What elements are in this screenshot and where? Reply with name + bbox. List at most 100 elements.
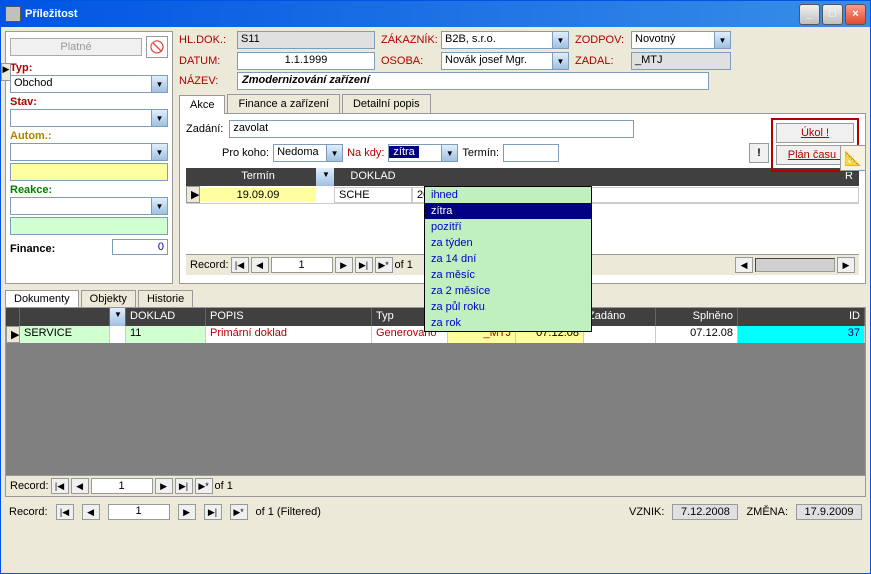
dropdown-item[interactable]: za půl roku: [425, 299, 591, 315]
zodpov-combo[interactable]: Novotný▼: [631, 31, 731, 49]
cell-typ[interactable]: SCHE: [334, 187, 412, 203]
scroll-left-icon[interactable]: ◀: [735, 257, 753, 273]
close-button[interactable]: ×: [845, 4, 866, 25]
row-selector-icon[interactable]: ▶: [6, 326, 20, 343]
filter-off-icon[interactable]: 🚫: [146, 36, 168, 58]
nav-last-icon[interactable]: ▶|: [204, 504, 222, 520]
nakdy-combo[interactable]: zítra▼: [388, 144, 458, 162]
scroll-right-icon[interactable]: ▶: [837, 257, 855, 273]
hldok-field: S11: [237, 31, 375, 49]
autom-combo[interactable]: ▼: [10, 143, 168, 161]
tab-dokumenty[interactable]: Dokumenty: [5, 290, 79, 308]
record-number[interactable]: 1: [271, 257, 333, 273]
tab-akce[interactable]: Akce: [179, 95, 225, 114]
cell-id[interactable]: 37: [738, 326, 865, 343]
bang-button[interactable]: !: [749, 143, 769, 163]
chevron-down-icon: ▼: [151, 76, 167, 92]
chevron-down-icon: ▼: [151, 198, 167, 214]
tab-historie[interactable]: Historie: [138, 290, 193, 308]
dropdown-item[interactable]: zítra: [425, 203, 591, 219]
scrollbar[interactable]: [755, 258, 835, 272]
cell-splneno[interactable]: 07.12.08: [656, 326, 738, 343]
nakdy-dropdown[interactable]: ihned zítra pozítří za týden za 14 dní z…: [424, 186, 592, 332]
nav-next-icon[interactable]: ▶: [335, 257, 353, 273]
cell-zadano[interactable]: [584, 326, 656, 343]
minimize-button[interactable]: _: [799, 4, 820, 25]
col-doklad[interactable]: DOKLAD: [334, 168, 412, 186]
chevron-down-icon: ▼: [714, 32, 730, 48]
col-doklad[interactable]: DOKLAD: [126, 308, 206, 326]
prokoho-label: Pro koho:: [222, 147, 269, 159]
dropdown-item[interactable]: za týden: [425, 235, 591, 251]
nav-prev-icon[interactable]: ◀: [71, 478, 89, 494]
osoba-combo[interactable]: Novák josef Mgr.▼: [441, 52, 569, 70]
cell-service[interactable]: SERVICE: [20, 326, 110, 343]
record-label: Record:: [10, 480, 49, 492]
nav-last-icon[interactable]: ▶|: [355, 257, 373, 273]
tab-detail[interactable]: Detailní popis: [342, 94, 431, 113]
reakce-extra-field[interactable]: [10, 217, 168, 235]
dropdown-item[interactable]: pozítří: [425, 219, 591, 235]
cell-popis[interactable]: Primární doklad: [206, 326, 372, 343]
nav-first-icon[interactable]: |◀: [231, 257, 249, 273]
nav-first-icon[interactable]: |◀: [51, 478, 69, 494]
zakaznik-combo[interactable]: B2B, s.r.o.▼: [441, 31, 569, 49]
zmena-value: 17.9.2009: [796, 504, 862, 520]
dropdown-item[interactable]: ihned: [425, 187, 591, 203]
nav-prev-icon[interactable]: ◀: [251, 257, 269, 273]
row-selector-icon[interactable]: ▶: [186, 186, 200, 203]
nav-new-icon[interactable]: ▶*: [375, 257, 393, 273]
col-id[interactable]: ID: [738, 308, 865, 326]
stav-combo[interactable]: ▼: [10, 109, 168, 127]
finance-label: Finance:: [10, 243, 55, 255]
col-zadano[interactable]: Zadáno: [584, 308, 656, 326]
stav-label: Stav:: [10, 96, 168, 108]
dropdown-item[interactable]: za 14 dní: [425, 251, 591, 267]
titlebar[interactable]: Příležitost _ □ ×: [1, 1, 870, 27]
record-number[interactable]: 1: [91, 478, 153, 494]
col-popis[interactable]: POPIS: [206, 308, 372, 326]
platne-button[interactable]: Platné: [10, 38, 142, 56]
cell-doklad[interactable]: 11: [126, 326, 206, 343]
autom-extra-field[interactable]: [10, 163, 168, 181]
record-of: of 1: [215, 480, 233, 492]
typ-label: Typ:: [10, 62, 168, 74]
dropdown-item[interactable]: za měsíc: [425, 267, 591, 283]
chevron-down-icon[interactable]: ▼: [110, 308, 126, 326]
record-number[interactable]: 1: [108, 504, 170, 520]
termin-label: Termín:: [462, 147, 499, 159]
cell-termin[interactable]: 19.09.09: [200, 188, 316, 202]
ukol-button[interactable]: Úkol !: [776, 123, 854, 143]
nazev-field[interactable]: Zmodernizování zařízení: [237, 72, 709, 90]
dropdown-item[interactable]: za rok: [425, 315, 591, 331]
nav-next-icon[interactable]: ▶: [178, 504, 196, 520]
doc-grid: ▼ DOKLAD POPIS Typ Kdo DATUM Zadáno Spln…: [5, 307, 866, 497]
nav-last-icon[interactable]: ▶|: [175, 478, 193, 494]
reakce-combo[interactable]: ▼: [10, 197, 168, 215]
nav-next-icon[interactable]: ▶: [155, 478, 173, 494]
nav-first-icon[interactable]: |◀: [56, 504, 74, 520]
maximize-button[interactable]: □: [822, 4, 843, 25]
tab-finance[interactable]: Finance a zařízení: [227, 94, 340, 113]
window-title: Příležitost: [25, 8, 797, 20]
col-splneno[interactable]: Splněno: [656, 308, 738, 326]
chevron-down-icon[interactable]: ▼: [316, 168, 334, 186]
record-label: Record:: [190, 259, 229, 271]
ruler-icon[interactable]: 📐: [840, 145, 866, 171]
doc-grid-empty: [6, 343, 865, 475]
typ-combo[interactable]: Obchod▼: [10, 75, 168, 93]
nav-new-icon[interactable]: ▶*: [195, 478, 213, 494]
zadani-field[interactable]: zavolat: [229, 120, 634, 138]
datum-field[interactable]: 1.1.1999: [237, 52, 375, 70]
termin-field[interactable]: [503, 144, 559, 162]
nav-prev-icon[interactable]: ◀: [82, 504, 100, 520]
vznik-value: 7.12.2008: [672, 504, 738, 520]
tab-objekty[interactable]: Objekty: [81, 290, 136, 308]
prokoho-combo[interactable]: Nedoma▼: [273, 144, 343, 162]
dropdown-item[interactable]: za 2 měsíce: [425, 283, 591, 299]
nav-new-icon[interactable]: ▶*: [230, 504, 248, 520]
chevron-down-icon: ▼: [326, 145, 342, 161]
finance-value[interactable]: 0: [112, 239, 168, 255]
reakce-label: Reakce:: [10, 184, 168, 196]
col-termin[interactable]: Termín: [200, 168, 316, 186]
